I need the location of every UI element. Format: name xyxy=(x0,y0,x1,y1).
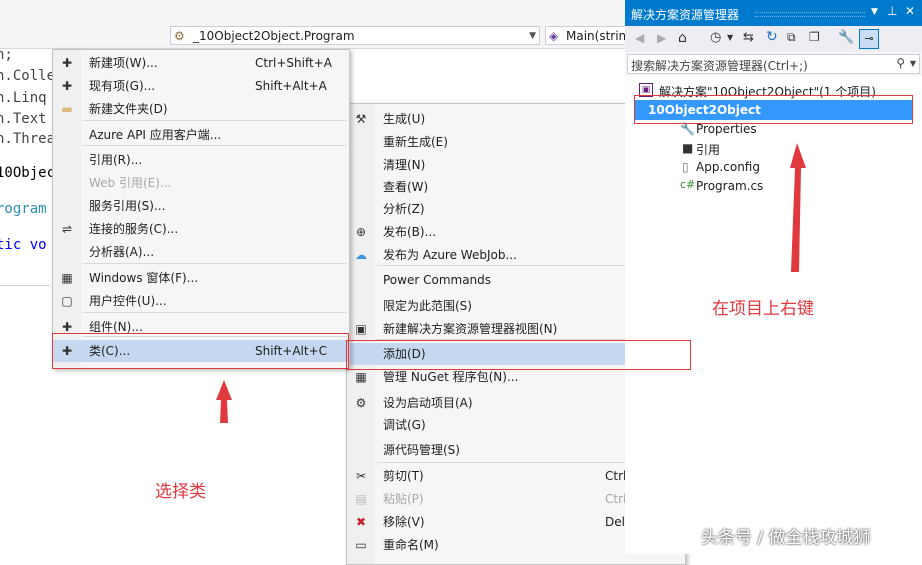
arrow-up-icon xyxy=(790,143,806,272)
annotation-arrows xyxy=(216,143,806,423)
select-class-note: 选择类 xyxy=(155,482,206,502)
watermark: 头条号 / 做全栈攻城狮 xyxy=(701,528,871,548)
arrow-up-icon xyxy=(216,380,232,423)
right-click-note: 在项目上右键 xyxy=(712,299,814,319)
